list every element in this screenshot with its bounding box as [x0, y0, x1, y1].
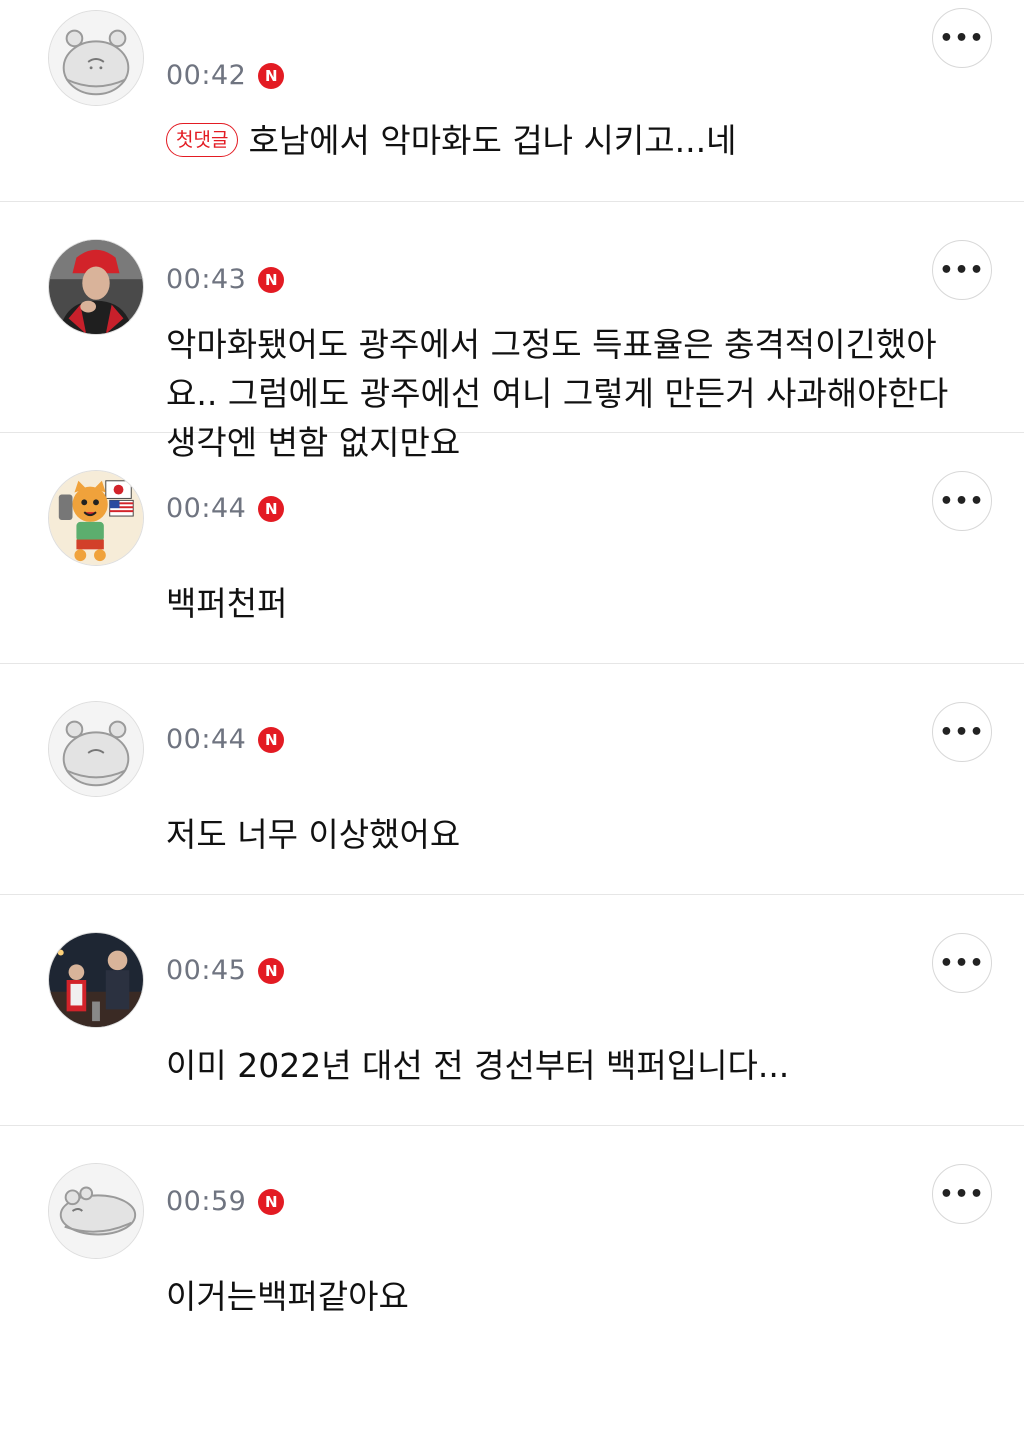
comment-meta: 00:59 N — [166, 1186, 285, 1217]
comment-item: 00:42 N ••• 첫댓글 호남에서 악마화도 겁나 시키고...네 — [0, 0, 1024, 202]
comment-item: 00:59 N ••• 이거는백퍼같아요 — [0, 1126, 1024, 1357]
more-options-button[interactable]: ••• — [932, 1164, 992, 1224]
avatar[interactable] — [48, 701, 144, 797]
comment-text: 이미 2022년 대선 전 경선부터 백퍼입니다... — [166, 1046, 790, 1085]
comment-meta: 00:44 N — [166, 493, 285, 524]
avatar[interactable] — [48, 1163, 144, 1259]
more-options-button[interactable]: ••• — [932, 8, 992, 68]
comment-text: 이거는백퍼같아요 — [166, 1277, 409, 1316]
default-profile-icon — [49, 11, 143, 105]
default-profile-icon — [49, 702, 143, 796]
avatar[interactable] — [48, 470, 144, 566]
comment-meta: 00:43 N — [166, 264, 285, 295]
more-options-button[interactable]: ••• — [932, 933, 992, 993]
comment-text: 호남에서 악마화도 겁나 시키고...네 — [248, 121, 737, 160]
comment-item: 00:43 N ••• 악마화됐어도 광주에서 그정도 득표율은 충격적이긴했아… — [0, 202, 1024, 462]
comment-time: 00:44 — [166, 493, 247, 524]
avatar[interactable] — [48, 239, 144, 335]
naver-n-icon: N — [258, 1188, 285, 1215]
comment-meta: 00:42 N — [166, 60, 285, 91]
naver-n-icon: N — [258, 495, 285, 522]
comment-time: 00:43 — [166, 264, 247, 295]
comment-time: 00:59 — [166, 1186, 247, 1217]
comment-meta: 00:44 N — [166, 724, 285, 755]
avatar[interactable] — [48, 10, 144, 106]
comment-item: 00:45 N ••• 이미 2022년 대선 전 경선부터 백퍼입니다... — [0, 895, 1024, 1126]
comment-time: 00:45 — [166, 955, 247, 986]
comment-meta: 00:45 N — [166, 955, 285, 986]
naver-n-icon: N — [258, 62, 285, 89]
more-options-button[interactable]: ••• — [932, 240, 992, 300]
first-comment-badge: 첫댓글 — [166, 122, 239, 157]
more-options-button[interactable]: ••• — [932, 702, 992, 762]
comment-text-row: 첫댓글 호남에서 악마화도 겁나 시키고...네 — [166, 116, 972, 165]
naver-n-icon: N — [258, 726, 285, 753]
user-photo-icon — [49, 933, 143, 1027]
comment-item: 00:44 N ••• 저도 너무 이상했어요 — [0, 664, 1024, 895]
cat-character-icon — [49, 471, 143, 565]
avatar[interactable] — [48, 932, 144, 1028]
naver-n-icon: N — [258, 957, 285, 984]
user-photo-icon — [49, 240, 143, 334]
comment-text: 저도 너무 이상했어요 — [166, 815, 461, 854]
comment-item: 00:44 N ••• 백퍼천퍼 — [0, 433, 1024, 664]
naver-n-icon: N — [258, 266, 285, 293]
comment-text: 백퍼천퍼 — [166, 584, 288, 623]
more-options-button[interactable]: ••• — [932, 471, 992, 531]
comment-time: 00:44 — [166, 724, 247, 755]
comment-time: 00:42 — [166, 60, 247, 91]
default-profile-icon — [49, 1164, 143, 1258]
